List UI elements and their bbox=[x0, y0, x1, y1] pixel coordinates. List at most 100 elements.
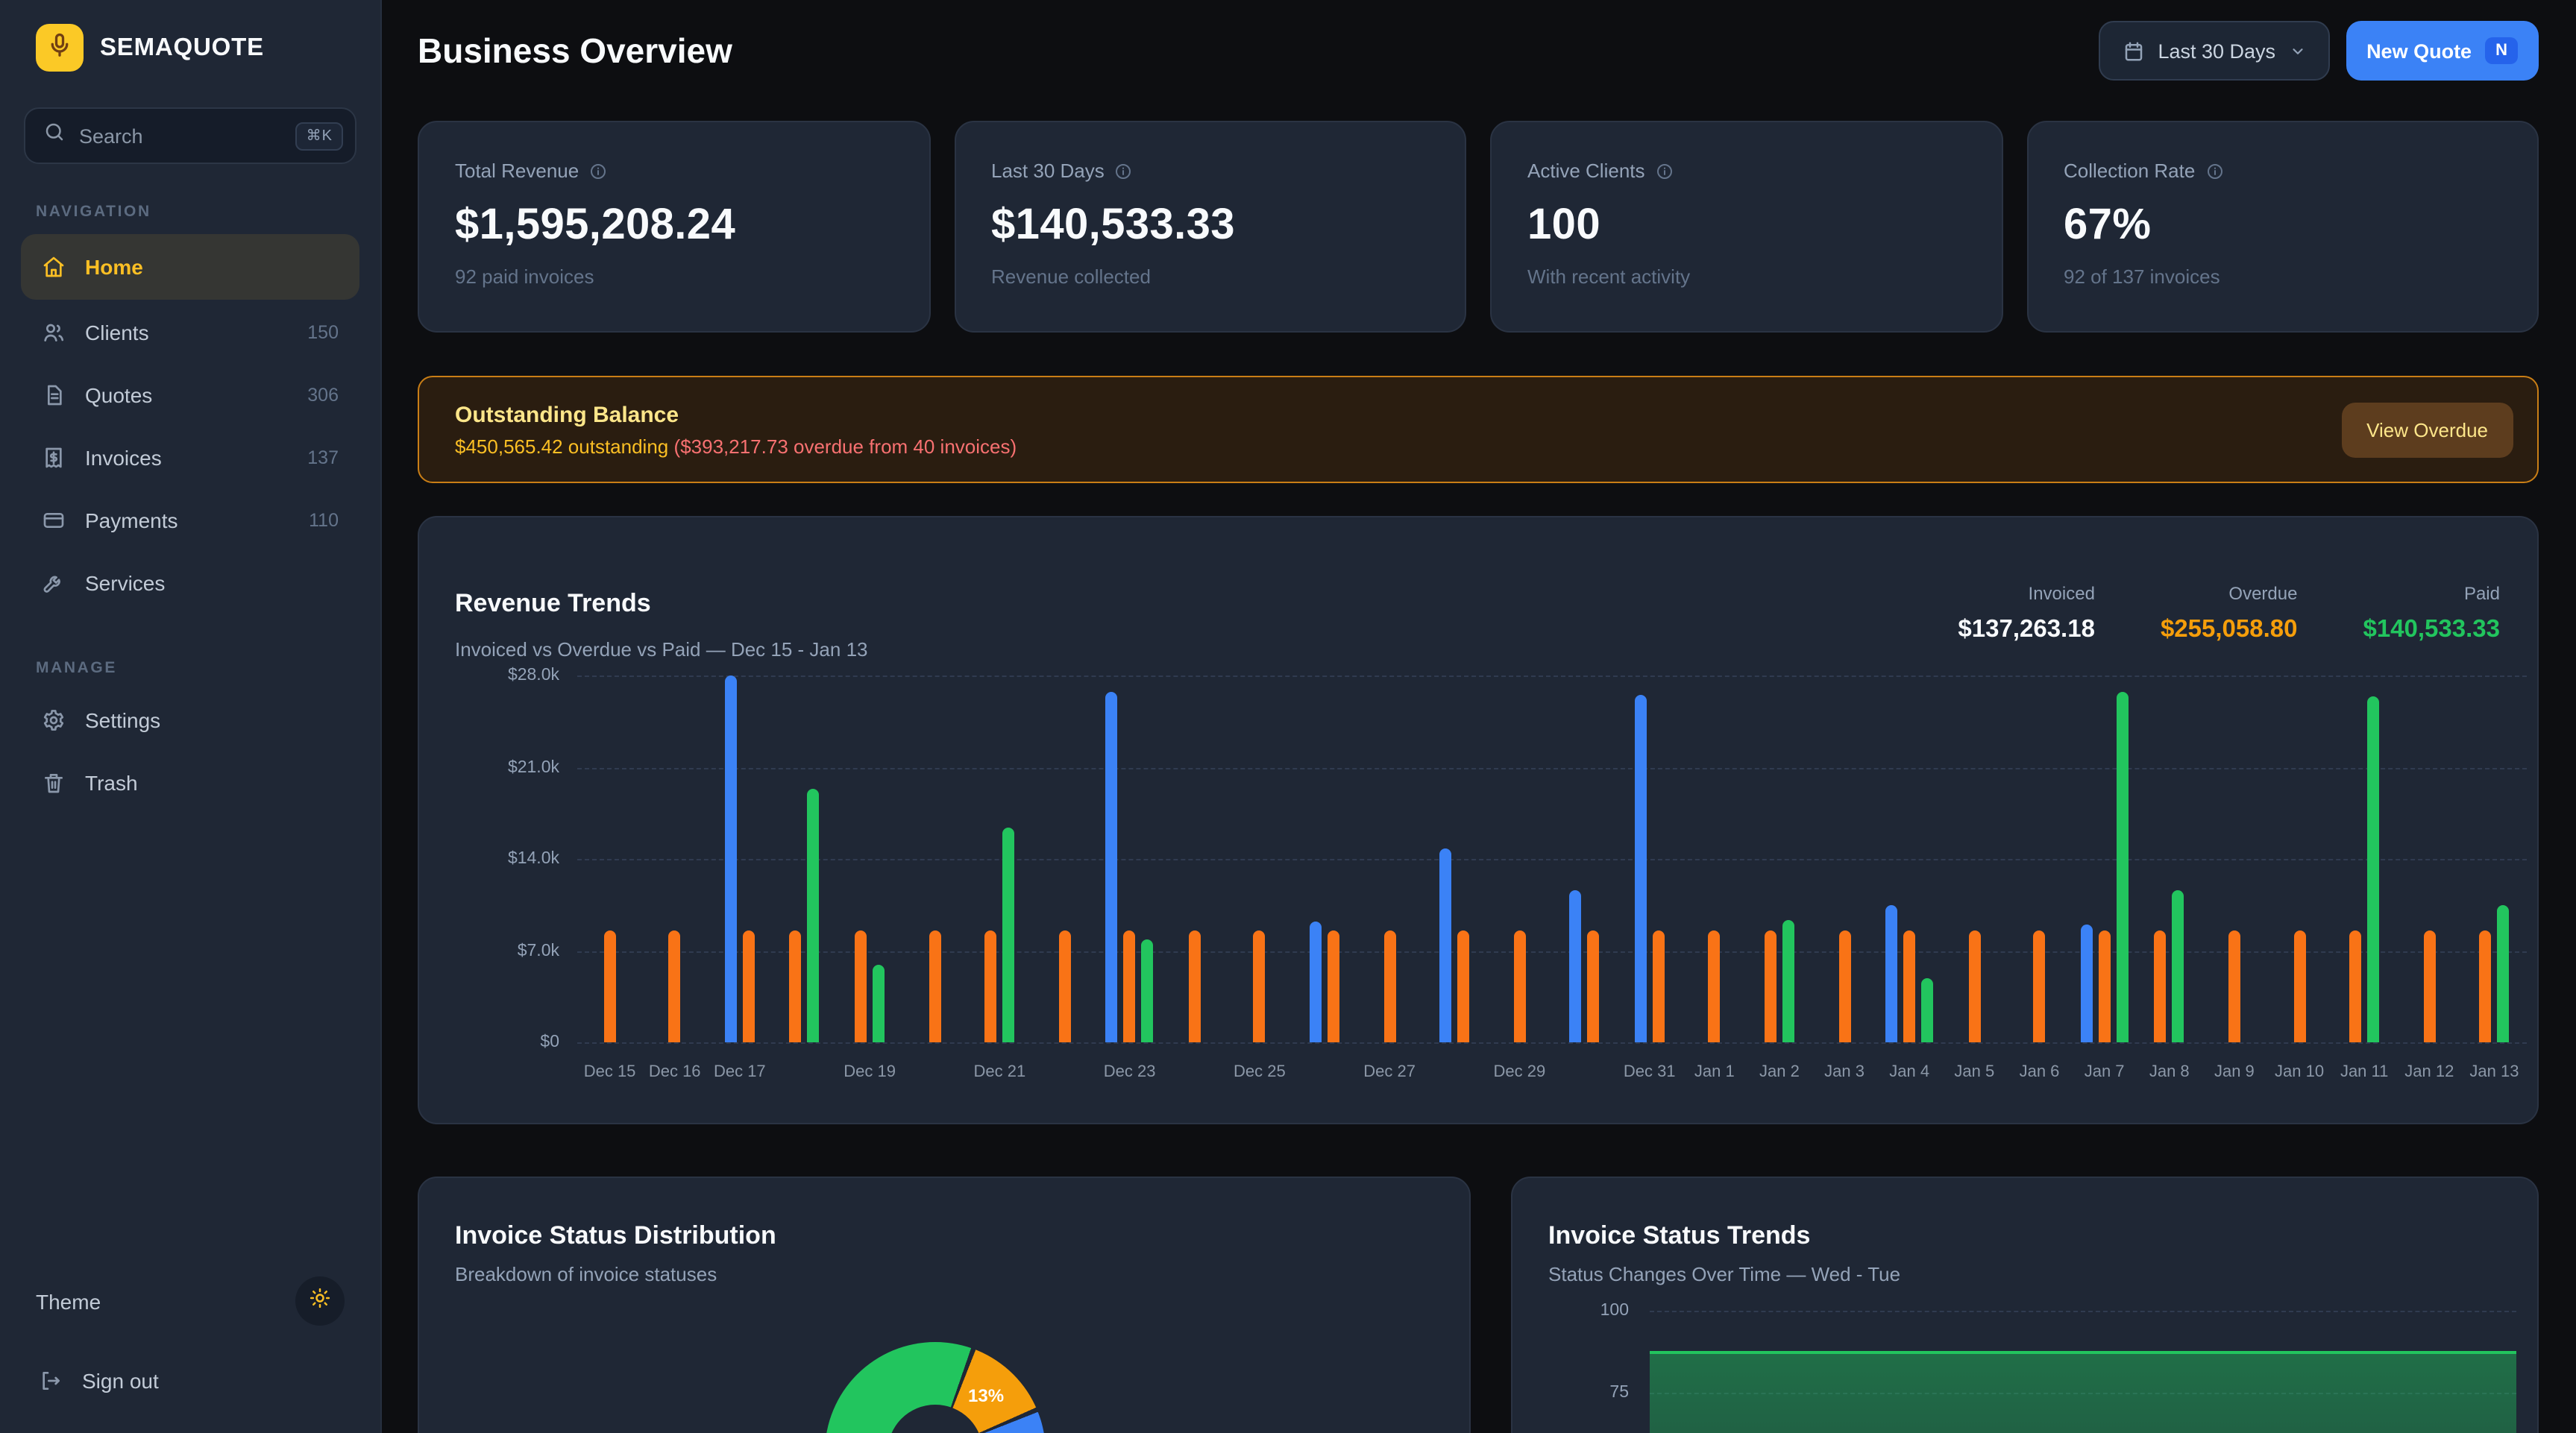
sign-out-button[interactable]: Sign out bbox=[0, 1355, 380, 1406]
info-icon[interactable] bbox=[589, 162, 607, 180]
bar-paid bbox=[2117, 691, 2129, 1042]
alert-texts: Outstanding Balance $450,565.42 outstand… bbox=[455, 402, 1017, 457]
app-title: SEMAQUOTE bbox=[100, 34, 264, 62]
chevron-down-icon bbox=[2289, 42, 2305, 59]
bar-invoiced bbox=[1570, 890, 1582, 1042]
x-axis-tick: Dec 19 bbox=[844, 1063, 896, 1081]
info-icon[interactable] bbox=[2205, 162, 2223, 180]
topbar-actions: Last 30 Days New Quote N bbox=[2098, 21, 2539, 81]
distribution-title: Invoice Status Distribution bbox=[455, 1221, 776, 1251]
date-range-label: Last 30 Days bbox=[2158, 40, 2275, 62]
sidebar-item-invoices[interactable]: Invoices 137 bbox=[21, 428, 359, 488]
distribution-subtitle: Breakdown of invoice statuses bbox=[455, 1263, 717, 1285]
trash-icon bbox=[42, 771, 66, 795]
search-icon bbox=[43, 121, 66, 151]
gear-icon bbox=[42, 708, 66, 732]
stat-value: 100 bbox=[1527, 201, 1965, 251]
bar-overdue bbox=[1513, 931, 1525, 1042]
legend-invoiced: Invoiced $137,263.18 bbox=[1958, 583, 2095, 644]
info-icon[interactable] bbox=[1115, 162, 1133, 180]
x-axis-tick: Dec 27 bbox=[1363, 1063, 1416, 1081]
page-title: Business Overview bbox=[418, 31, 732, 71]
sidebar-item-label: Clients bbox=[85, 321, 149, 344]
gridline bbox=[577, 859, 2527, 860]
bar-invoiced bbox=[1885, 905, 1897, 1043]
wrench-icon bbox=[42, 571, 66, 595]
stat-card-active-clients: Active Clients 100 With recent activity bbox=[1490, 121, 2002, 333]
search-input[interactable]: Search ⌘K bbox=[24, 107, 356, 164]
x-axis-tick: Jan 9 bbox=[2214, 1063, 2255, 1081]
y-axis-tick: 75 bbox=[1524, 1384, 1629, 1402]
x-axis-tick: Dec 25 bbox=[1234, 1063, 1286, 1081]
bar-overdue bbox=[1838, 931, 1850, 1042]
new-quote-button[interactable]: New Quote N bbox=[2346, 21, 2539, 81]
bar-overdue bbox=[1968, 931, 1980, 1042]
sidebar-item-label: Trash bbox=[85, 771, 138, 795]
sidebar-item-home[interactable]: Home bbox=[21, 234, 359, 300]
bar-overdue bbox=[1383, 931, 1395, 1042]
nav-section-label: NAVIGATION bbox=[36, 203, 345, 221]
sun-icon bbox=[309, 1286, 331, 1316]
bar-overdue bbox=[1189, 931, 1201, 1042]
sidebar-item-label: Home bbox=[85, 255, 143, 279]
bar-overdue bbox=[2423, 931, 2435, 1042]
theme-toggle-button[interactable] bbox=[295, 1276, 345, 1326]
receipt-icon bbox=[42, 446, 66, 470]
bar-overdue bbox=[1653, 931, 1665, 1042]
sidebar-item-label: Quotes bbox=[85, 383, 152, 407]
revenue-trends-title: Revenue Trends bbox=[455, 589, 868, 619]
bar-overdue bbox=[2034, 931, 2046, 1042]
info-icon[interactable] bbox=[1656, 162, 1674, 180]
x-axis-tick: Jan 5 bbox=[1954, 1063, 1994, 1081]
topbar: Business Overview Last 30 Days New Quote… bbox=[418, 21, 2539, 81]
bar-paid bbox=[1002, 828, 1014, 1042]
sign-out-icon bbox=[39, 1369, 63, 1393]
x-axis-tick: Jan 10 bbox=[2275, 1063, 2324, 1081]
sidebar-item-label: Payments bbox=[85, 508, 178, 532]
stat-subtext: 92 paid invoices bbox=[455, 265, 893, 288]
x-axis-tick: Jan 1 bbox=[1694, 1063, 1735, 1081]
stat-card-total-revenue: Total Revenue $1,595,208.24 92 paid invo… bbox=[418, 121, 930, 333]
sidebar-item-clients[interactable]: Clients 150 bbox=[21, 303, 359, 362]
stat-label: Collection Rate bbox=[2064, 160, 2501, 182]
sidebar-item-trash[interactable]: Trash bbox=[21, 753, 359, 813]
x-axis-tick: Jan 2 bbox=[1759, 1063, 1800, 1081]
y-axis-tick: $0 bbox=[446, 1033, 559, 1051]
bar-overdue bbox=[855, 931, 867, 1042]
bar-overdue bbox=[2293, 931, 2305, 1042]
bar-overdue bbox=[1903, 931, 1915, 1042]
revenue-trends-header: Revenue Trends Invoiced vs Overdue vs Pa… bbox=[455, 589, 868, 661]
bar-overdue bbox=[604, 931, 616, 1042]
invoice-status-trends-card: Invoice Status Trends Status Changes Ove… bbox=[1511, 1177, 2539, 1433]
new-quote-label: New Quote bbox=[2366, 40, 2472, 62]
bar-overdue bbox=[1709, 931, 1721, 1042]
stat-card-last-30-days: Last 30 Days $140,533.33 Revenue collect… bbox=[954, 121, 1466, 333]
bar-invoiced bbox=[1635, 695, 1647, 1042]
sidebar-item-services[interactable]: Services bbox=[21, 553, 359, 613]
users-icon bbox=[42, 321, 66, 344]
view-overdue-button[interactable]: View Overdue bbox=[2341, 402, 2513, 457]
bar-overdue bbox=[743, 931, 755, 1042]
legend-overdue: Overdue $255,058.80 bbox=[2161, 583, 2298, 644]
bar-paid bbox=[873, 965, 885, 1042]
bar-invoiced bbox=[1310, 922, 1322, 1042]
stat-subtext: 92 of 137 invoices bbox=[2064, 265, 2501, 288]
theme-label: Theme bbox=[36, 1289, 101, 1313]
gridline bbox=[577, 767, 2527, 769]
sidebar-item-payments[interactable]: Payments 110 bbox=[21, 491, 359, 550]
stat-subtext: With recent activity bbox=[1527, 265, 1965, 288]
theme-row: Theme bbox=[0, 1276, 380, 1326]
bar-invoiced bbox=[1106, 691, 1118, 1042]
stat-value: $140,533.33 bbox=[991, 201, 1429, 251]
app-window: SEMAQUOTE Search ⌘K NAVIGATION Home Clie… bbox=[0, 0, 2576, 1433]
x-axis-tick: Jan 3 bbox=[1824, 1063, 1865, 1081]
calendar-icon bbox=[2122, 40, 2144, 62]
bar-overdue bbox=[2155, 931, 2167, 1042]
sidebar-item-quotes[interactable]: Quotes 306 bbox=[21, 365, 359, 425]
sidebar-item-settings[interactable]: Settings bbox=[21, 690, 359, 750]
date-range-dropdown[interactable]: Last 30 Days bbox=[2098, 21, 2329, 81]
sidebar-item-label: Services bbox=[85, 571, 165, 595]
new-quote-shortcut-badge: N bbox=[2485, 37, 2518, 64]
stat-label: Active Clients bbox=[1527, 160, 1965, 182]
trends-subtitle: Status Changes Over Time — Wed - Tue bbox=[1548, 1263, 1900, 1285]
